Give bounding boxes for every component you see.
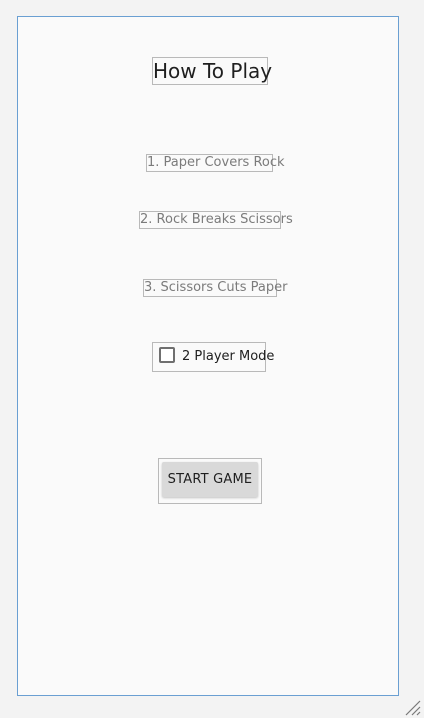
how-to-play-screen: How To Play 1. Paper Covers Rock 2. Rock… bbox=[17, 16, 399, 696]
page-title: How To Play bbox=[152, 57, 273, 85]
rule-scissors-cuts-paper: 3. Scissors Cuts Paper bbox=[143, 279, 288, 297]
two-player-mode-checkbox-row[interactable]: 2 Player Mode bbox=[152, 342, 274, 372]
start-game-button-container: START GAME bbox=[158, 458, 262, 504]
two-player-mode-label: 2 Player Mode bbox=[182, 349, 275, 364]
start-game-button[interactable]: START GAME bbox=[162, 462, 258, 497]
two-player-mode-checkbox[interactable] bbox=[159, 347, 175, 363]
rule-rock-breaks-scissors: 2. Rock Breaks Scissors bbox=[139, 211, 293, 229]
rule-paper-covers-rock: 1. Paper Covers Rock bbox=[146, 154, 285, 172]
resize-grip-icon[interactable] bbox=[403, 698, 421, 716]
